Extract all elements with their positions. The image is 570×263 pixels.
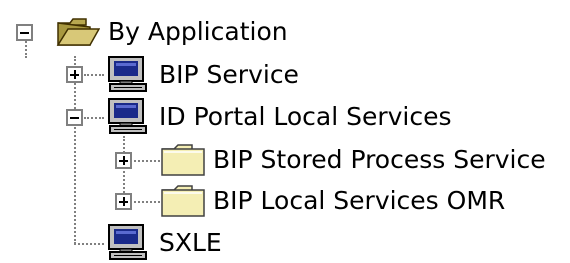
- computer-icon: [108, 98, 147, 134]
- application-tree: By Application BIP Service ID Portal Loc…: [0, 0, 570, 262]
- tree-node-sxle[interactable]: SXLE: [0, 223, 260, 263]
- tree-node-label: ID Portal Local Services: [159, 102, 452, 131]
- tree-node-bip-service[interactable]: BIP Service: [0, 55, 320, 95]
- collapse-toggle-id-portal[interactable]: [66, 109, 83, 126]
- tree-node-label: BIP Local Services OMR: [213, 186, 506, 215]
- collapse-toggle-by-application[interactable]: [16, 24, 33, 41]
- tree-node-label: By Application: [108, 17, 288, 46]
- folder-icon: [161, 144, 205, 176]
- open-folder-icon: [56, 18, 100, 46]
- expand-toggle-stored-process[interactable]: [115, 152, 132, 169]
- tree-node-bip-stored-process-service[interactable]: BIP Stored Process Service: [0, 140, 570, 180]
- expand-toggle-bip-service[interactable]: [66, 66, 83, 83]
- computer-icon: [108, 56, 147, 92]
- computer-icon: [108, 224, 147, 260]
- tree-node-bip-local-services-omr[interactable]: BIP Local Services OMR: [0, 181, 540, 221]
- expand-toggle-local-services-omr[interactable]: [115, 193, 132, 210]
- tree-node-by-application[interactable]: By Application: [0, 12, 300, 52]
- tree-node-id-portal-local-services[interactable]: ID Portal Local Services: [0, 97, 480, 137]
- tree-node-label: SXLE: [159, 228, 222, 257]
- tree-node-label: BIP Stored Process Service: [213, 145, 546, 174]
- tree-node-label: BIP Service: [159, 60, 299, 89]
- folder-icon: [161, 185, 205, 217]
